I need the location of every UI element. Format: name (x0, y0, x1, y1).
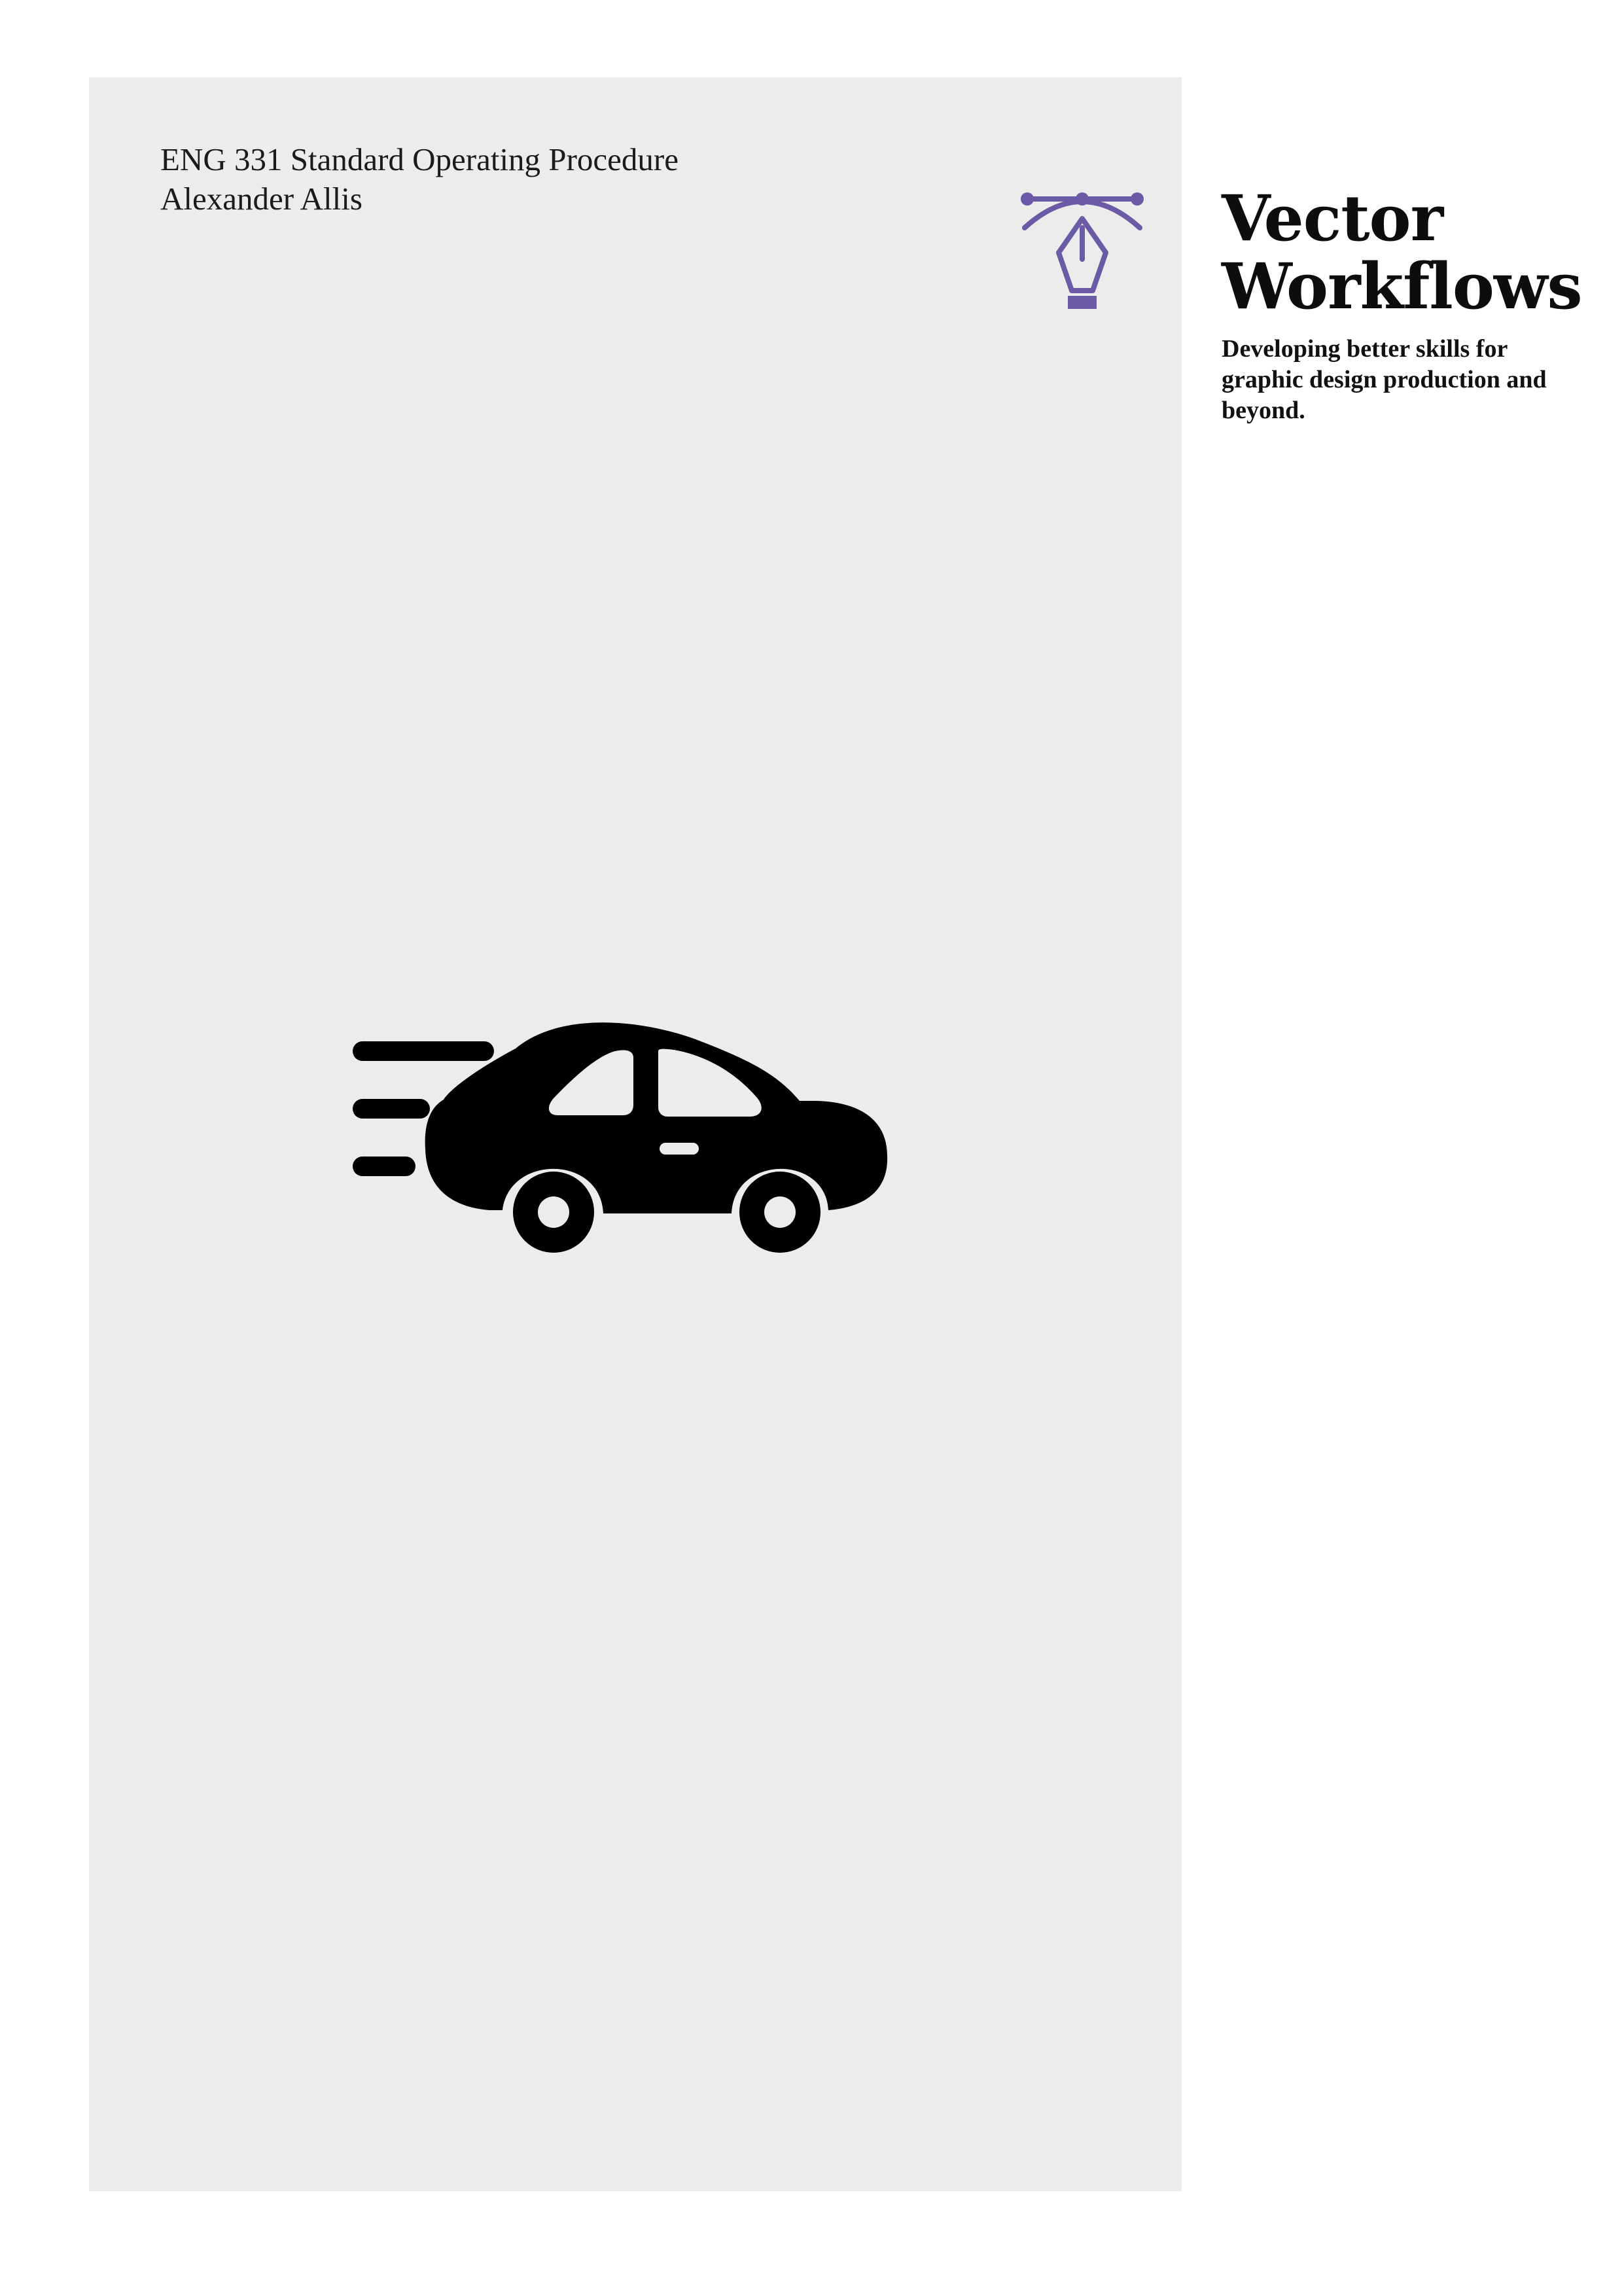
speeding-car-icon (353, 1022, 888, 1253)
pen-tool-icon (1021, 192, 1144, 309)
brand-title-line-2: Workflows (1222, 249, 1583, 323)
course-title: ENG 331 Standard Operating Procedure (160, 141, 679, 177)
brand-title-line-1: Vector (1222, 181, 1443, 255)
brand-title: Vector Workflows (1222, 181, 1583, 323)
brand-tagline: Developing better skills for graphic des… (1222, 335, 1547, 424)
author-name: Alexander Allis (160, 181, 362, 217)
